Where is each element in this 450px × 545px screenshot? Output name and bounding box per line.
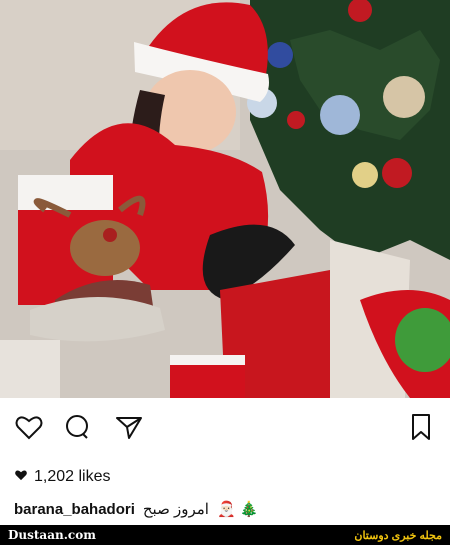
likes-heart-icon [14, 468, 28, 487]
caption-text: امروز صبح [142, 501, 209, 518]
caption-emojis: 🎅🏻 🎄 [216, 501, 259, 518]
share-icon[interactable] [114, 412, 144, 442]
post-image [0, 0, 450, 398]
username[interactable]: barana_bahadori [14, 501, 135, 518]
watermark-site-right: مجله خبری دوستان [354, 529, 442, 542]
likes-count[interactable]: 1,202 likes [34, 468, 111, 486]
caption-row: barana_bahadori امروز صبح 🎅🏻 🎄 [14, 498, 259, 520]
bookmark-icon[interactable] [406, 412, 436, 442]
comment-icon[interactable] [62, 412, 92, 442]
watermark-bar: Dustaan.com مجله خبری دوستان [0, 525, 450, 545]
watermark-site-left: Dustaan.com [8, 528, 96, 542]
likes-row: 1,202 likes [14, 466, 111, 488]
action-bar [0, 398, 450, 456]
heart-icon[interactable] [14, 412, 44, 442]
